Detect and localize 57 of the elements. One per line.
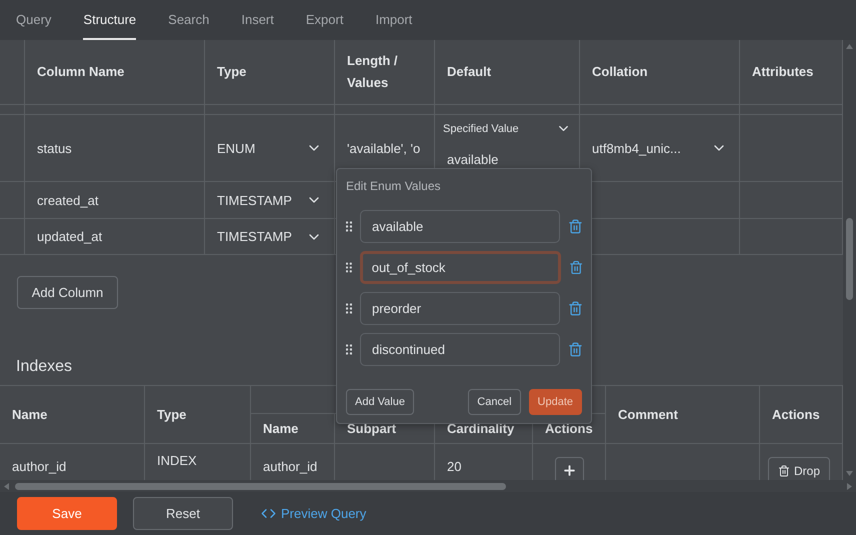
column-header: Collation <box>592 63 648 81</box>
delete-icon[interactable] <box>568 219 583 234</box>
type-select[interactable]: TIMESTAMP <box>217 229 292 244</box>
collation-select[interactable]: utf8mb4_unic... <box>592 140 681 156</box>
column-header: Type <box>217 63 246 81</box>
tab[interactable]: Query <box>16 0 52 40</box>
type-select[interactable]: TIMESTAMP <box>217 192 292 208</box>
column-header: Attributes <box>752 63 814 81</box>
column-name-cell: status <box>37 140 72 156</box>
delete-icon[interactable] <box>568 342 583 357</box>
tab[interactable]: Import <box>375 0 412 40</box>
default-value-field[interactable]: available <box>443 152 571 167</box>
add-value-button[interactable]: Add Value <box>346 389 414 415</box>
section-heading: Indexes <box>16 357 72 377</box>
drag-handle-icon[interactable] <box>346 344 352 355</box>
tab[interactable]: Insert <box>241 0 274 40</box>
index-column-cell: author_id <box>263 459 318 474</box>
column-header: Actions <box>545 421 593 436</box>
column-header: Length / Values <box>347 52 399 92</box>
column-name-cell: created_at <box>37 192 98 208</box>
reset-button[interactable]: Reset <box>133 497 233 530</box>
delete-icon[interactable] <box>568 301 583 316</box>
column-header: Name <box>12 407 48 422</box>
column-header: Column Name <box>37 63 124 81</box>
scrollbar-thumb[interactable] <box>846 218 853 300</box>
tab[interactable]: Search <box>168 0 210 40</box>
column-header: Actions <box>772 407 820 422</box>
column-header: Type <box>157 407 186 422</box>
add-column-button[interactable]: Add Column <box>17 276 118 309</box>
plus-icon <box>562 463 576 478</box>
code-icon <box>261 506 276 521</box>
column-header: Comment <box>618 407 678 422</box>
enum-value-field[interactable]: available <box>360 210 560 243</box>
column-header: Name <box>263 421 298 436</box>
column-header: Subpart <box>347 421 396 436</box>
popup-title: Edit Enum Values <box>346 179 442 193</box>
drag-handle-icon[interactable] <box>346 221 352 232</box>
default-mode-select[interactable]: Specified Value <box>443 122 519 134</box>
cardinality-cell: 20 <box>447 459 462 474</box>
enum-value-field[interactable]: preorder <box>360 292 560 325</box>
column-header: Cardinality <box>447 421 514 436</box>
tab[interactable]: Export <box>306 0 344 40</box>
length-values-cell[interactable]: 'available', 'o <box>347 140 420 156</box>
index-type-cell: INDEX <box>157 452 197 470</box>
column-name-cell: updated_at <box>37 229 102 244</box>
index-name-cell: author_id <box>12 459 66 474</box>
trash-icon <box>778 464 790 476</box>
delete-icon[interactable] <box>568 260 583 275</box>
type-select[interactable]: ENUM <box>217 140 256 156</box>
enum-value-field[interactable]: out_of_stock <box>360 251 561 284</box>
preview-query-link[interactable]: Preview Query <box>261 506 366 521</box>
column-header: Default <box>447 63 492 81</box>
enum-value-field[interactable]: discontinued <box>360 333 560 366</box>
drag-handle-icon[interactable] <box>346 303 352 314</box>
scrollbar-thumb[interactable] <box>15 482 506 490</box>
drag-handle-icon[interactable] <box>346 262 352 273</box>
cancel-button[interactable]: Cancel <box>468 389 521 415</box>
